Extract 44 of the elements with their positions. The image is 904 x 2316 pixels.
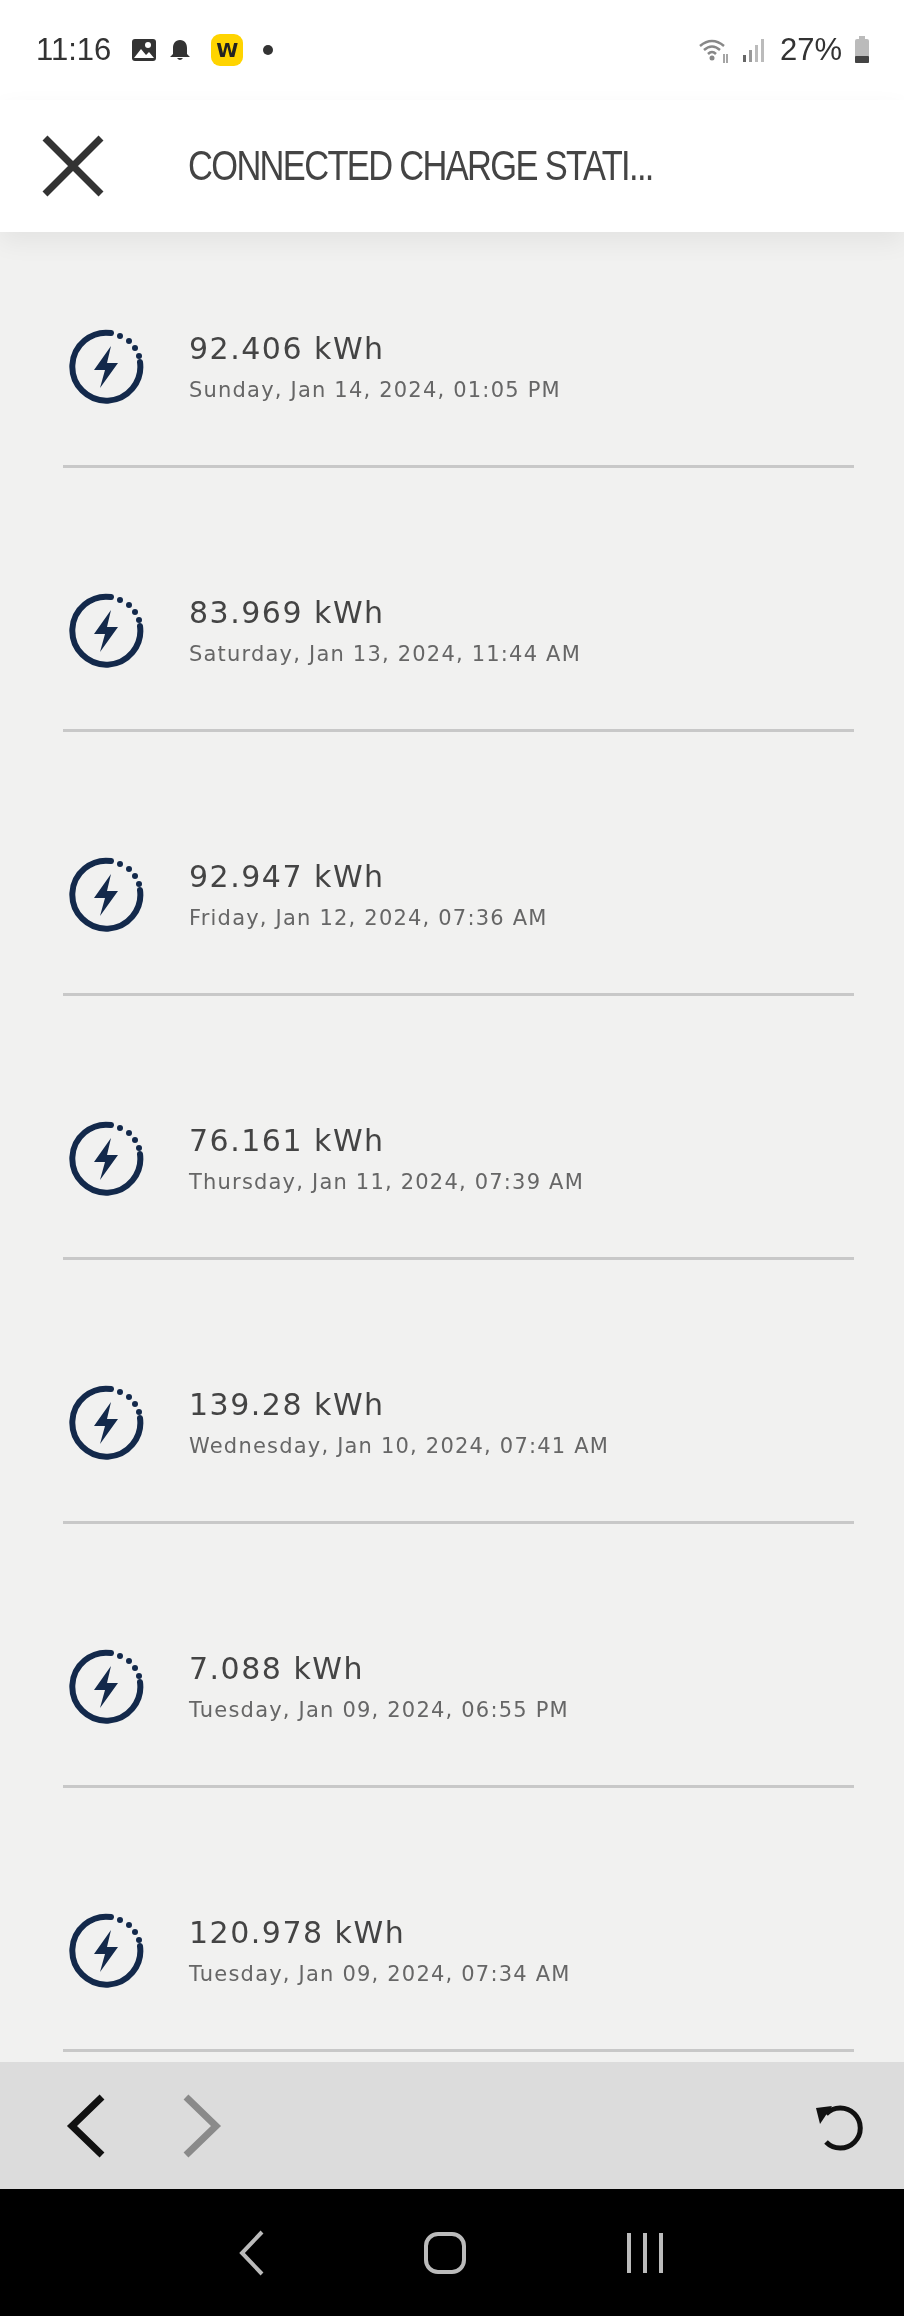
recent-apps-icon[interactable] — [625, 2230, 665, 2275]
session-date: Tuesday, Jan 09, 2024, 06:55 PM — [189, 1698, 569, 1722]
close-button[interactable] — [42, 135, 104, 197]
session-date: Tuesday, Jan 09, 2024, 07:34 AM — [189, 1962, 571, 1986]
charging-icon — [67, 327, 145, 406]
energy-amount: 76.161 kWh — [189, 1123, 385, 1158]
charge-session-item[interactable]: 83.969 kWh Saturday, Jan 13, 2024, 11:44 AM — [63, 468, 854, 732]
energy-amount: 7.088 kWh — [189, 1651, 364, 1686]
session-date: Sunday, Jan 14, 2024, 01:05 PM — [189, 378, 561, 402]
energy-amount: 120.978 kWh — [189, 1915, 406, 1950]
charge-session-item[interactable]: 139.28 kWh Wednesday, Jan 10, 2024, 07:41 AM — [63, 1260, 854, 1524]
charging-icon — [67, 1119, 145, 1198]
session-date: Saturday, Jan 13, 2024, 11:44 AM — [189, 642, 581, 666]
session-date: Thursday, Jan 11, 2024, 07:39 AM — [189, 1170, 584, 1194]
energy-amount: 92.406 kWh — [189, 331, 385, 366]
page-title: CONNECTED CHARGE STATI... — [188, 142, 653, 190]
image-icon — [131, 38, 158, 62]
charging-icon — [67, 591, 145, 670]
energy-amount: 92.947 kWh — [189, 859, 385, 894]
charging-icon — [67, 1647, 145, 1726]
charging-icon — [67, 1383, 145, 1462]
charge-session-item[interactable]: 76.161 kWh Thursday, Jan 11, 2024, 07:39 AM — [63, 996, 854, 1260]
charge-session-item[interactable]: 92.947 kWh Friday, Jan 12, 2024, 07:36 AM — [63, 732, 854, 996]
charging-icon — [67, 1911, 145, 1990]
session-date: Wednesday, Jan 10, 2024, 07:41 AM — [189, 1434, 610, 1458]
app-badge: W — [211, 34, 244, 66]
dot-icon — [263, 45, 274, 55]
charge-session-item[interactable]: 120.978 kWh Tuesday, Jan 09, 2024, 07:34 AM — [63, 1788, 854, 2052]
charge-session-item[interactable]: 7.088 kWh Tuesday, Jan 09, 2024, 06:55 PM — [63, 1524, 854, 1788]
bell-icon — [169, 38, 192, 62]
home-icon[interactable] — [423, 2230, 467, 2275]
close-icon — [42, 135, 104, 197]
battery-percentage: 27% — [779, 32, 842, 68]
back-icon[interactable] — [239, 2229, 265, 2276]
chevron-left-icon — [66, 2093, 106, 2158]
charge-session-item[interactable]: 92.406 kWh Sunday, Jan 14, 2024, 01:05 PM — [63, 232, 854, 468]
energy-amount: 139.28 kWh — [189, 1387, 385, 1422]
chevron-right-icon — [182, 2093, 222, 2158]
clock: 11:16 — [36, 32, 112, 68]
energy-amount: 83.969 kWh — [189, 595, 385, 630]
battery-icon — [854, 36, 870, 64]
back-button[interactable] — [66, 2093, 106, 2158]
charging-icon — [67, 855, 145, 934]
session-date: Friday, Jan 12, 2024, 07:36 AM — [189, 906, 548, 930]
